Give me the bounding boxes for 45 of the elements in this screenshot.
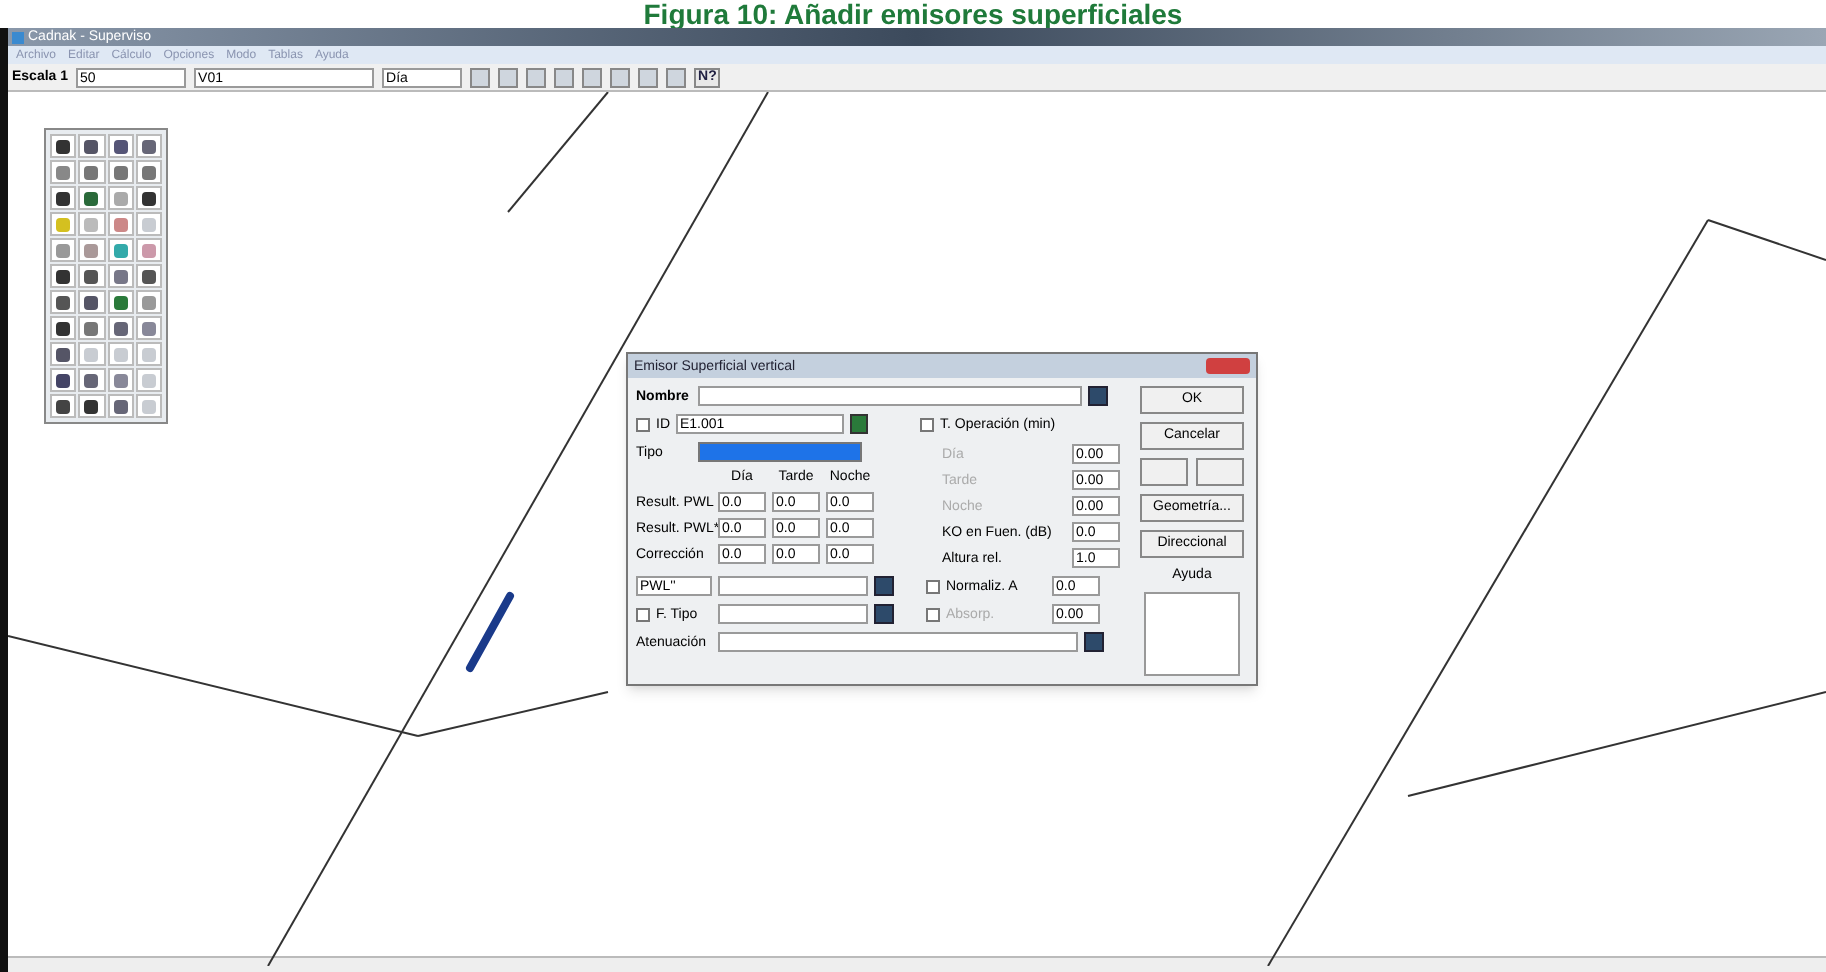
picker-button[interactable] (1084, 632, 1104, 652)
tool-button[interactable] (135, 186, 162, 210)
toolbar-button[interactable] (470, 67, 491, 87)
tool-button[interactable] (50, 394, 77, 418)
toolbar-button[interactable] (666, 67, 687, 87)
name-field[interactable] (698, 386, 1082, 406)
toolbar-button[interactable] (638, 67, 659, 87)
checkbox[interactable] (926, 607, 940, 621)
tool-button[interactable] (78, 134, 105, 158)
tool-button[interactable] (78, 394, 105, 418)
text-field[interactable] (718, 576, 868, 596)
checkbox[interactable] (926, 579, 940, 593)
checkbox[interactable] (636, 607, 650, 621)
tool-button[interactable] (50, 264, 77, 288)
tool-button[interactable] (50, 134, 77, 158)
tool-button[interactable] (50, 368, 77, 392)
text-field[interactable] (718, 604, 868, 624)
tool-button[interactable] (50, 342, 77, 366)
attenuation-field[interactable] (718, 632, 1078, 652)
tool-button[interactable] (50, 186, 77, 210)
app-icon (12, 31, 24, 43)
tool-button[interactable] (107, 394, 134, 418)
tool-button[interactable] (78, 186, 105, 210)
tool-button[interactable] (78, 290, 105, 314)
toolbar-button[interactable] (498, 67, 519, 87)
tool-button[interactable] (107, 134, 134, 158)
tool-button[interactable] (135, 134, 162, 158)
toolbar-button[interactable] (554, 67, 575, 87)
dialog-button[interactable] (1196, 458, 1244, 486)
picker-button[interactable] (1088, 386, 1108, 406)
horizontal-scrollbar[interactable] (8, 956, 1826, 972)
toolbar-button[interactable] (610, 67, 631, 87)
checkbox[interactable] (636, 417, 650, 431)
tool-button[interactable] (107, 316, 134, 340)
checkbox[interactable] (920, 417, 934, 431)
toolbar-button[interactable] (526, 67, 547, 87)
toolbar-button[interactable] (582, 67, 603, 87)
tool-button[interactable] (78, 368, 105, 392)
tool-button[interactable] (50, 290, 77, 314)
tool-button[interactable] (50, 316, 77, 340)
help-panel (1144, 592, 1240, 676)
figure-caption: Figura 10: Añadir emisores superficiales (643, 0, 1183, 28)
tool-button[interactable] (135, 264, 162, 288)
tool-button[interactable] (78, 264, 105, 288)
dialog-button[interactable] (1140, 458, 1188, 486)
